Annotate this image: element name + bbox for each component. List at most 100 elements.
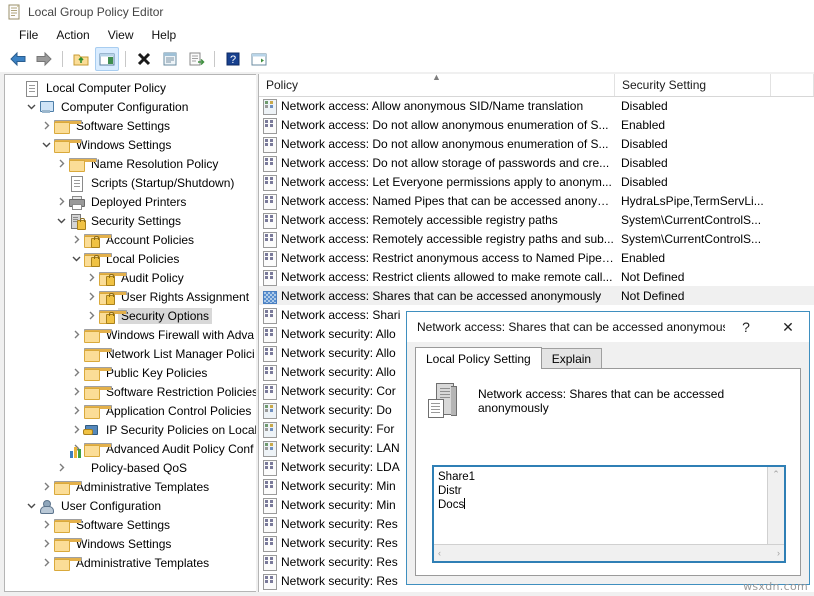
tree-expander-closed[interactable] — [39, 116, 53, 135]
table-row[interactable]: Network access: Do not allow anonymous e… — [259, 134, 814, 153]
up-folder-icon[interactable] — [69, 47, 93, 71]
dialog-close-button[interactable]: ✕ — [767, 312, 809, 342]
tree-item-windows-firewall-with-adva[interactable]: Windows Firewall with Adva — [5, 325, 257, 344]
table-row[interactable]: Network access: Restrict clients allowed… — [259, 267, 814, 286]
shares-editbox[interactable]: Share1 Distr Docs ⌃ ⌄ ‹ › — [432, 465, 786, 563]
dialog-tabstrip: Local Policy Setting Explain — [415, 348, 601, 369]
tab-local-policy-setting[interactable]: Local Policy Setting — [415, 347, 542, 369]
table-row[interactable]: Network access: Remotely accessible regi… — [259, 210, 814, 229]
tree-item-name-resolution-policy[interactable]: Name Resolution Policy — [5, 154, 257, 173]
editbox-horizontal-scrollbar[interactable]: ‹ › — [434, 544, 784, 561]
tree-expander-closed[interactable] — [69, 382, 83, 401]
tree-item-audit-policy[interactable]: Audit Policy — [5, 268, 257, 287]
tree-expander-open[interactable] — [24, 496, 38, 515]
tree-item-administrative-templates[interactable]: Administrative Templates — [5, 553, 257, 572]
scroll-right-icon[interactable]: › — [773, 548, 784, 558]
tree-expander-closed[interactable] — [69, 420, 83, 439]
delete-icon[interactable] — [132, 47, 156, 71]
menu-action[interactable]: Action — [47, 26, 98, 44]
back-icon[interactable] — [6, 47, 30, 71]
tree-expander-closed[interactable] — [69, 230, 83, 249]
tree-item-security-settings[interactable]: Security Settings — [5, 211, 257, 230]
tree-item-software-settings[interactable]: Software Settings — [5, 515, 257, 534]
table-row[interactable]: Network access: Allow anonymous SID/Name… — [259, 96, 814, 115]
tree-item-security-options[interactable]: Security Options — [5, 306, 257, 325]
tree-expander-closed[interactable] — [54, 154, 68, 173]
column-header-policy[interactable]: ▲ Policy — [259, 74, 615, 96]
tree-expander-open[interactable] — [24, 97, 38, 116]
policy-name-cell: Network access: Allow anonymous SID/Name… — [281, 99, 617, 113]
tree-expander-closed[interactable] — [84, 287, 98, 306]
tree-item-software-settings[interactable]: Software Settings — [5, 116, 257, 135]
tree-item-user-rights-assignment[interactable]: User Rights Assignment — [5, 287, 257, 306]
tree-item-label: Name Resolution Policy — [88, 156, 221, 172]
security-setting-cell: System\CurrentControlS... — [617, 232, 761, 246]
tree-expander-open[interactable] — [39, 135, 53, 154]
menu-view[interactable]: View — [99, 26, 143, 44]
tree-expander-closed[interactable] — [54, 192, 68, 211]
column-header-security-setting[interactable]: Security Setting — [615, 74, 771, 96]
security-setting-cell: Disabled — [617, 99, 668, 113]
tree-item-scripts-startup-shutdown[interactable]: Scripts (Startup/Shutdown) — [5, 173, 257, 192]
tree-item-computer-configuration[interactable]: Computer Configuration — [5, 97, 257, 116]
table-row[interactable]: Network access: Let Everyone permissions… — [259, 172, 814, 191]
table-row[interactable]: Network access: Restrict anonymous acces… — [259, 248, 814, 267]
menu-help[interactable]: Help — [143, 26, 186, 44]
table-row[interactable]: Network access: Named Pipes that can be … — [259, 191, 814, 210]
tree-item-label: Deployed Printers — [88, 194, 189, 210]
properties-icon[interactable] — [158, 47, 182, 71]
show-action-pane-icon[interactable] — [247, 47, 271, 71]
tree-item-deployed-printers[interactable]: Deployed Printers — [5, 192, 257, 211]
tree-expander-closed[interactable] — [39, 553, 53, 572]
tree-expander-closed[interactable] — [69, 401, 83, 420]
tree-item-network-list-manager-polici[interactable]: Network List Manager Polici — [5, 344, 257, 363]
tree-expander-closed[interactable] — [84, 268, 98, 287]
console-tree-pane[interactable]: Local Computer PolicyComputer Configurat… — [4, 74, 258, 592]
tree-item-user-configuration[interactable]: User Configuration — [5, 496, 257, 515]
tree-item-policy-based-qos[interactable]: Policy-based QoS — [5, 458, 257, 477]
forward-icon[interactable] — [32, 47, 56, 71]
security-setting-cell: Not Defined — [617, 289, 684, 303]
export-list-icon[interactable] — [184, 47, 208, 71]
table-row[interactable]: Network access: Do not allow anonymous e… — [259, 115, 814, 134]
tree-expander-closed[interactable] — [39, 477, 53, 496]
tab-explain[interactable]: Explain — [541, 348, 602, 369]
tree-item-windows-settings[interactable]: Windows Settings — [5, 135, 257, 154]
tree-expander-closed[interactable] — [39, 515, 53, 534]
tree-expander-open[interactable] — [54, 211, 68, 230]
tree-expander-open[interactable] — [69, 249, 83, 268]
tree-expander-closed[interactable] — [69, 325, 83, 344]
tree-expander-closed[interactable] — [69, 363, 83, 382]
tree-expander-closed[interactable] — [39, 534, 53, 553]
dialog-policy-heading: Network access: Shares that can be acces… — [478, 387, 790, 415]
tree-item-local-computer-policy[interactable]: Local Computer Policy — [5, 78, 257, 97]
tree-item-windows-settings[interactable]: Windows Settings — [5, 534, 257, 553]
dialog-help-button[interactable]: ? — [725, 312, 767, 342]
tree-item-administrative-templates[interactable]: Administrative Templates — [5, 477, 257, 496]
tree-item-software-restriction-policies[interactable]: Software Restriction Policies — [5, 382, 257, 401]
tree-item-application-control-policies[interactable]: Application Control Policies — [5, 401, 257, 420]
scroll-left-icon[interactable]: ‹ — [434, 548, 445, 558]
table-row[interactable]: Network access: Shares that can be acces… — [259, 286, 814, 305]
title-bar: Local Group Policy Editor — [0, 0, 814, 24]
tree-item-label: Advanced Audit Policy Conf — [103, 441, 256, 457]
tree-item-label: Audit Policy — [118, 270, 187, 286]
tree-expander-closed[interactable] — [84, 306, 98, 325]
help-icon[interactable]: ? — [221, 47, 245, 71]
tree-item-account-policies[interactable]: Account Policies — [5, 230, 257, 249]
menu-file[interactable]: File — [10, 26, 47, 44]
tree-item-label: Security Settings — [88, 213, 184, 229]
policy-name-cell: Network access: Restrict clients allowed… — [281, 270, 617, 284]
tree-item-local-policies[interactable]: Local Policies — [5, 249, 257, 268]
policy-name-cell: Network access: Remotely accessible regi… — [281, 232, 617, 246]
tree-item-advanced-audit-policy-conf[interactable]: Advanced Audit Policy Conf — [5, 439, 257, 458]
policy-properties-dialog[interactable]: Network access: Shares that can be acces… — [406, 311, 810, 585]
table-row[interactable]: Network access: Do not allow storage of … — [259, 153, 814, 172]
show-hide-tree-icon[interactable] — [95, 47, 119, 71]
scroll-up-icon[interactable]: ⌃ — [772, 467, 780, 482]
table-row[interactable]: Network access: Remotely accessible regi… — [259, 229, 814, 248]
dialog-body: Local Policy Setting Explain Network acc… — [407, 342, 809, 584]
tree-item-public-key-policies[interactable]: Public Key Policies — [5, 363, 257, 382]
tree-expander-closed[interactable] — [54, 458, 68, 477]
tree-item-ip-security-policies-on-local[interactable]: IP Security Policies on Local — [5, 420, 257, 439]
